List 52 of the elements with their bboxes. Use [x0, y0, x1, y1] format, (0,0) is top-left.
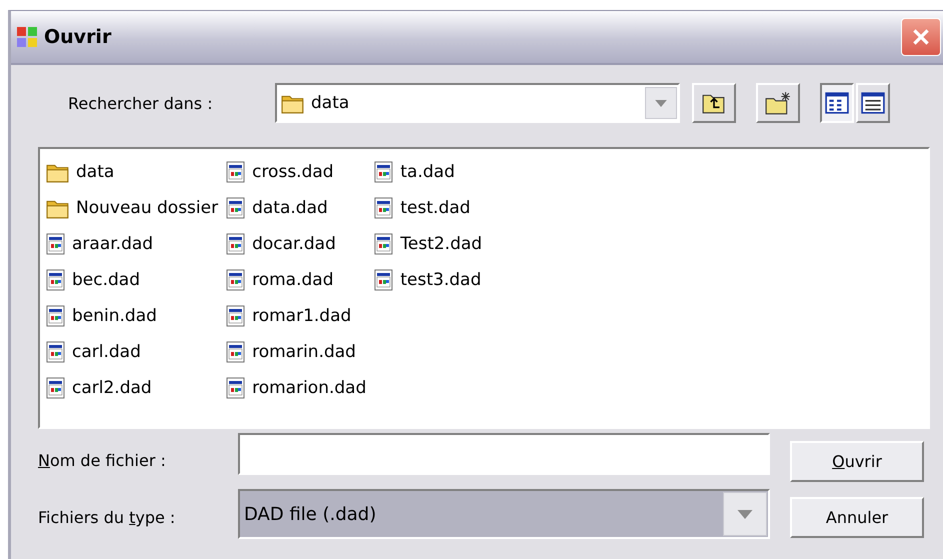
new-folder-icon: [765, 91, 791, 115]
file-list-item[interactable]: Nouveau dossier: [46, 190, 218, 226]
file-icon: [46, 305, 66, 327]
toolbar-button[interactable]: [756, 83, 800, 123]
file-list-item[interactable]: araar.dad: [46, 226, 218, 262]
file-list-item[interactable]: test3.dad: [374, 262, 482, 298]
close-button[interactable]: [901, 18, 941, 56]
file-list-item[interactable]: test.dad: [374, 190, 482, 226]
file-list-item[interactable]: data: [46, 154, 218, 190]
file-list-item[interactable]: benin.dad: [46, 298, 218, 334]
file-icon: [226, 233, 246, 255]
file-icon: [226, 305, 246, 327]
file-list-item[interactable]: roma.dad: [226, 262, 366, 298]
file-list-item[interactable]: bec.dad: [46, 262, 218, 298]
look-in-dropdown[interactable]: data: [275, 83, 680, 123]
window-title: Ouvrir: [44, 26, 112, 48]
file-icon: [226, 197, 246, 219]
file-list-item[interactable]: docar.dad: [226, 226, 366, 262]
file-icon: [374, 269, 394, 291]
file-list-item[interactable]: cross.dad: [226, 154, 366, 190]
file-name-label: Nom de fichier :: [38, 451, 167, 470]
toolbar-button[interactable]: [692, 83, 736, 123]
file-list-item[interactable]: carl.dad: [46, 334, 218, 370]
file-icon: [46, 269, 66, 291]
file-icon: [46, 233, 66, 255]
file-list-item[interactable]: data.dad: [226, 190, 366, 226]
folder-up-icon: [702, 92, 726, 114]
details-view-icon: [861, 92, 885, 114]
file-icon: [46, 341, 66, 363]
file-list-item[interactable]: romarin.dad: [226, 334, 366, 370]
look-in-label: Rechercher dans :: [67, 94, 214, 112]
file-list-item[interactable]: romarion.dad: [226, 370, 366, 406]
dialog-button[interactable]: Annuler: [790, 497, 924, 538]
file-name-field[interactable]: [238, 433, 770, 475]
file-list-item[interactable]: carl2.dad: [46, 370, 218, 406]
file-type-dropdown[interactable]: DAD file (.dad): [238, 489, 770, 539]
file-icon: [46, 377, 66, 399]
file-icon: [374, 233, 394, 255]
file-list-item[interactable]: romar1.dad: [226, 298, 366, 334]
file-list-item[interactable]: ta.dad: [374, 154, 482, 190]
list-view-icon: [825, 92, 849, 114]
view-toggle-button[interactable]: [820, 83, 854, 123]
file-icon: [226, 161, 246, 183]
app-icon: [16, 26, 38, 48]
dialog-button[interactable]: Ouvrir: [790, 441, 924, 482]
file-list-item[interactable]: Test2.dad: [374, 226, 482, 262]
file-icon: [226, 269, 246, 291]
file-icon: [226, 341, 246, 363]
file-icon: [374, 197, 394, 219]
file-icon: [374, 161, 394, 183]
file-icon: [226, 377, 246, 399]
file-type-label: Fichiers du type :: [38, 508, 176, 527]
